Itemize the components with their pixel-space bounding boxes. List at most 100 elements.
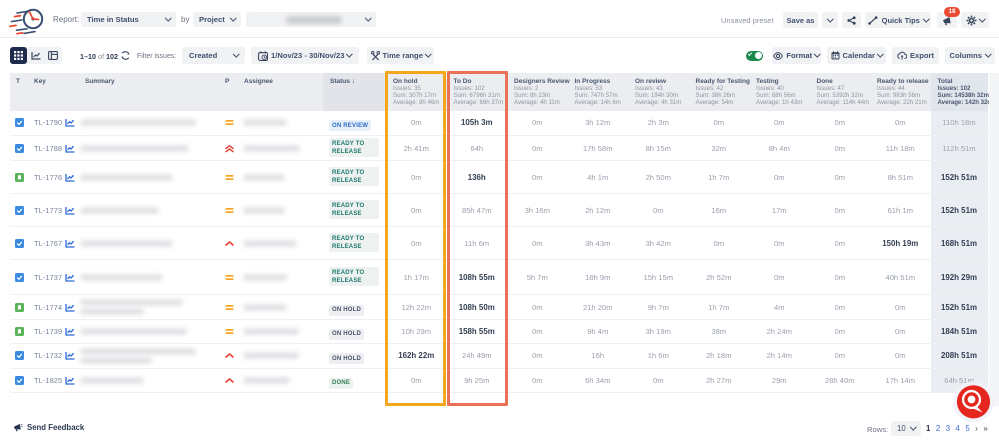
header-status-column[interactable]: On reviewIssues: 43Sum: 194h 30mAverage:… <box>628 73 689 111</box>
table-row[interactable]: TL-1773 READY TO RELEASE 0m85h 47m3h 16m… <box>10 194 988 227</box>
header-status-column[interactable]: TestingIssues: 40Sum: 68h 56mAverage: 1h… <box>749 73 810 111</box>
issue-key-cell: TL-1825 <box>28 376 78 385</box>
issue-chart-link-icon[interactable] <box>65 239 75 248</box>
summary-redacted <box>80 274 163 281</box>
issue-chart-link-icon[interactable] <box>65 118 75 127</box>
issue-chart-link-icon[interactable] <box>65 351 75 360</box>
header-status-column[interactable]: To DoIssues: 102Sum: 6796h 31mAverage: 6… <box>447 73 508 111</box>
priority-cell <box>220 239 238 248</box>
quick-tips-button[interactable]: Quick Tips <box>865 12 931 28</box>
header-status[interactable]: Status ↓ <box>323 73 386 111</box>
header-status-column[interactable]: TotalIssues: 102Sum: 14538h 32mAverage: … <box>931 73 988 111</box>
report-type-select[interactable]: Time in Status <box>81 12 176 27</box>
issue-chart-link-icon[interactable] <box>65 327 75 336</box>
status-badge[interactable]: READY TO RELEASE <box>329 233 379 252</box>
status-time-cell: 16m <box>689 206 750 215</box>
filter-created-select[interactable]: Created <box>182 47 245 64</box>
settings-button[interactable] <box>961 12 989 28</box>
issue-key[interactable]: TL-1774 <box>34 303 62 312</box>
feedback-widget-button[interactable] <box>949 377 999 427</box>
issue-chart-link-icon[interactable] <box>65 173 75 182</box>
header-status-column[interactable]: On holdIssues: 35Sum: 307h 17mAverage: 8… <box>386 73 447 111</box>
table-row[interactable]: TL-1790 ON REVIEW 0m105h 3m0m3h 12m2h 3m… <box>10 111 988 137</box>
status-badge[interactable]: DONE <box>329 378 353 389</box>
issue-chart-link-icon[interactable] <box>65 303 75 312</box>
priority-high-icon <box>225 351 234 360</box>
issue-chart-link-icon[interactable] <box>65 273 75 282</box>
format-toggle[interactable] <box>746 51 763 61</box>
issue-key[interactable]: TL-1773 <box>34 206 62 215</box>
header-assignee[interactable]: Assignee <box>238 73 323 111</box>
issue-key-cell: TL-1790 <box>28 118 78 127</box>
table-row[interactable]: TL-1767 READY TO RELEASE 0m11h 6m0m3h 43… <box>10 227 988 260</box>
issue-key[interactable]: TL-1790 <box>34 118 62 127</box>
status-badge[interactable]: ON HOLD <box>329 353 364 364</box>
status-badge[interactable]: READY TO RELEASE <box>329 267 379 286</box>
issue-key[interactable]: TL-1776 <box>34 173 62 182</box>
refresh-icon[interactable] <box>120 50 131 61</box>
board-view-button[interactable] <box>44 47 61 64</box>
column-sum-stat: Sum: 8h 23m <box>514 92 568 99</box>
table-row[interactable]: TL-1732 ON HOLD 162h 22m24h 49m0m16h1h 6… <box>10 344 988 369</box>
status-badge[interactable]: READY TO RELEASE <box>329 200 379 219</box>
column-average-stat: Average: 14h 6m <box>575 99 629 106</box>
date-range-button[interactable]: 1/Nov/23 - 30/Nov/23 <box>251 47 359 64</box>
header-priority[interactable]: P <box>220 73 238 111</box>
priority-medium-icon <box>225 206 234 215</box>
status-time-cell: 32m <box>689 144 750 153</box>
status-cell: ON HOLD <box>323 347 386 365</box>
header-status-column[interactable]: Designers ReviewIssues: 2Sum: 8h 23mAver… <box>507 73 568 111</box>
table-row[interactable]: TL-1774 ON HOLD 12h 22m108h 50m0m21h 20m… <box>10 295 988 320</box>
share-button[interactable] <box>842 12 861 28</box>
issue-chart-link-icon[interactable] <box>65 144 75 153</box>
issue-key[interactable]: TL-1825 <box>34 376 62 385</box>
issues-table: T Key Summary P Assignee Status ↓ On hol… <box>10 73 988 393</box>
status-badge[interactable]: ON HOLD <box>329 305 364 316</box>
chart-view-button[interactable] <box>27 47 44 64</box>
rows-per-page-value: 10 <box>897 424 911 433</box>
issue-key[interactable]: TL-1788 <box>34 144 62 153</box>
send-feedback-button[interactable]: Send Feedback <box>13 422 84 432</box>
status-badge[interactable]: READY TO RELEASE <box>329 138 379 157</box>
header-key[interactable]: Key <box>28 73 78 111</box>
header-status-column[interactable]: In ProgressIssues: 53Sum: 747h 57mAverag… <box>568 73 629 111</box>
status-badge[interactable]: ON HOLD <box>329 329 364 340</box>
header-summary[interactable]: Summary <box>78 73 220 111</box>
priority-cell <box>220 303 238 312</box>
header-status-column[interactable]: Ready for TestingIssues: 42Sum: 38h 26mA… <box>689 73 750 111</box>
export-button[interactable]: Export <box>892 47 939 64</box>
column-issues-stat: Issues: 35 <box>393 85 447 92</box>
issue-key[interactable]: TL-1739 <box>34 327 62 336</box>
group-by-select[interactable]: Project <box>193 12 241 27</box>
chevron-down-icon <box>365 15 371 21</box>
scrollbar-track[interactable] <box>989 73 999 406</box>
page-1[interactable]: 1 <box>926 424 930 433</box>
table-row[interactable]: TL-1739 ON HOLD 10h 29m158h 55m0m9h 4m3h… <box>10 320 988 344</box>
issue-key[interactable]: TL-1737 <box>34 273 62 282</box>
time-range-button[interactable]: Time range <box>367 47 434 64</box>
page-2[interactable]: 2 <box>936 424 940 433</box>
calendar-button[interactable]: Calendar <box>827 47 886 64</box>
columns-button[interactable]: Columns <box>945 47 995 64</box>
project-select[interactable] <box>246 12 376 27</box>
status-badge[interactable]: ON REVIEW <box>329 120 371 131</box>
rows-per-page-select[interactable]: 10 <box>891 421 921 436</box>
save-as-menu-button[interactable] <box>822 12 838 28</box>
issue-chart-link-icon[interactable] <box>65 376 75 385</box>
header-status-column[interactable]: Ready to releaseIssues: 44Sum: 983h 56mA… <box>870 73 931 111</box>
table-row[interactable]: TL-1737 READY TO RELEASE 1h 17m108h 55m5… <box>10 260 988 295</box>
save-as-button[interactable]: Save as <box>783 12 818 28</box>
assignee-redacted <box>243 240 297 247</box>
table-row[interactable]: TL-1788 READY TO RELEASE 2h 41m64h0m17h … <box>10 136 988 161</box>
issue-chart-link-icon[interactable] <box>65 206 75 215</box>
issue-key[interactable]: TL-1767 <box>34 239 62 248</box>
header-status-column[interactable]: DoneIssues: 47Sum: 5392h 32mAverage: 114… <box>810 73 871 111</box>
table-row[interactable]: TL-1776 READY TO RELEASE 0m136h0m4h 1m2h… <box>10 161 988 194</box>
table-row[interactable]: TL-1825 DONE 0m9h 25m0m6h 34m0m2h 27m29m… <box>10 369 988 394</box>
format-button[interactable]: Format <box>772 47 821 64</box>
header-type[interactable]: T <box>10 73 28 111</box>
status-time-cell: 0m <box>810 173 871 182</box>
grid-view-button[interactable] <box>10 47 27 64</box>
status-badge[interactable]: READY TO RELEASE <box>329 167 379 186</box>
issue-key[interactable]: TL-1732 <box>34 351 62 360</box>
